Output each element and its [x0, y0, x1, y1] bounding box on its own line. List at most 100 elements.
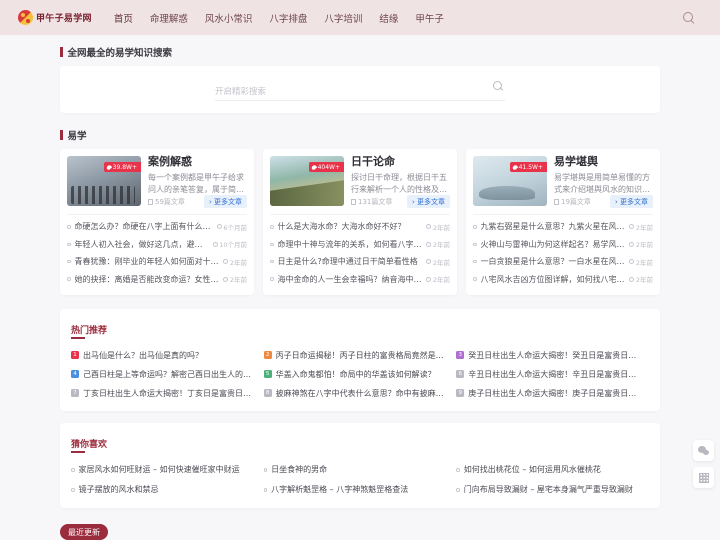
hot-badge: 39.8W+: [104, 162, 141, 172]
bullet-icon: [270, 242, 274, 247]
list-item[interactable]: 火神山与雷神山为何这样起名？易学风水… 2年前: [473, 236, 653, 253]
search-submit-button[interactable]: [492, 80, 503, 91]
list-item[interactable]: 青春犹豫：刚毕业的年轻人如何面对十字… 2年前: [67, 253, 247, 270]
rank-badge: 3: [456, 351, 465, 360]
hot-item-title: 丁亥日柱出生人命运大揭密！丁亥日是富贵日吗？: [83, 388, 256, 398]
card-article-list: 命硬怎么办？命硬在八字上面有什么特… 6个月前年轻人初入社会，做好这几点，避免迷茫…: [67, 214, 247, 288]
guess-like-item[interactable]: 日坐食神的男命: [263, 460, 457, 480]
bullet-icon: [67, 242, 71, 247]
hot-recommend-item[interactable]: 1 出马仙是什么？出马仙是真的吗？: [71, 346, 264, 365]
hot-badge: 404W+: [309, 162, 344, 172]
count-text: 19篇文章: [561, 197, 591, 206]
guess-like-item[interactable]: 镜子摆放的风水和禁忌: [71, 480, 264, 500]
wechat-button[interactable]: [693, 440, 714, 461]
list-item[interactable]: 海中金命的人一生会幸福吗？纳音海中金… 2年前: [270, 270, 450, 287]
card-title: 易学堪舆: [554, 155, 598, 168]
logo-text: 甲午子易学网: [36, 14, 92, 24]
hot-recommend-item[interactable]: 8披麻神煞在八字中代表什么意思？命中有披麻煞如何…: [263, 384, 457, 403]
hot-count: 41.5W+: [518, 163, 543, 171]
guess-like-item[interactable]: 家居风水如何旺财运 – 如何快速催旺家中财运: [71, 460, 264, 480]
time-text: 10个月前: [219, 241, 247, 250]
count-text: 131篇文章: [358, 197, 393, 206]
clock-icon: [212, 241, 218, 247]
hot-badge: 41.5W+: [510, 162, 547, 172]
article-time: 10个月前: [212, 239, 247, 250]
list-item[interactable]: 命硬怎么办？命硬在八字上面有什么特… 6个月前: [67, 218, 247, 235]
hot-recommend-panel: 热门推荐 1 出马仙是什么？出马仙是真的吗？ 2 丙子日命运揭秘！丙子日柱的富贵格局竟…: [60, 308, 660, 411]
article-time: 2年前: [223, 274, 247, 284]
hot-recommend-item[interactable]: 7 丁亥日柱出生人命运大揭密！丁亥日是富贵日吗？: [71, 384, 264, 403]
list-item[interactable]: 命理中十神与流年的关系，如何看八字流… 2年前: [270, 236, 450, 253]
rank-badge: 6: [456, 370, 465, 379]
hot-item-title: 庚子日柱出生人命运大揭密！庚子日是富贵日吗？: [468, 388, 641, 398]
list-item[interactable]: 什么是大海水命？大海水命好不好？ 2年前: [270, 218, 450, 235]
category-card[interactable]: 41.5W+ 易学堪舆易学堪舆是用简单易懂的方式来介绍堪舆风水的知识。堪舆是…19…: [466, 149, 660, 295]
more-label: 更多文章: [214, 197, 242, 206]
floating-toolbar: [693, 440, 714, 488]
rank-badge: 4: [71, 370, 79, 379]
clock-icon: [426, 259, 432, 265]
nav-item-4[interactable]: 八字培训: [324, 11, 362, 25]
hot-recommend-item[interactable]: 4 己酉日柱是上等命运吗？解密己酉日出生人的富贵格局: [71, 365, 264, 384]
time-text: 2年前: [635, 223, 653, 232]
hot-item-title: 出马仙是什么？出马仙是真的吗？: [83, 350, 203, 360]
nav-item-6[interactable]: 甲午子: [415, 11, 444, 25]
more-articles-button[interactable]: › 更多文章: [203, 195, 247, 209]
card-body: 易学堪舆易学堪舆是用简单易懂的方式来介绍堪舆风水的知识。堪舆是… 19篇文章 › 更…: [554, 155, 653, 209]
list-item[interactable]: 一白贪狼星是什么意思？一白水星在风水… 2年前: [473, 253, 653, 270]
hot-item-title: 己酉日柱是上等命运吗？解密己酉日出生人的富贵格局: [83, 369, 256, 379]
guess-like-item[interactable]: 如何找出桃花位 – 如何运用风水催桃花: [456, 460, 649, 480]
title-accent-bar: [60, 47, 63, 57]
search-input[interactable]: [215, 83, 505, 101]
list-item[interactable]: 九紫右弼星是什么意思？九紫火星在风水… 2年前: [473, 218, 653, 235]
article-time: 2年前: [629, 222, 653, 232]
list-item[interactable]: 她的抉择：离婚是否能改变命运？女性婚… 2年前: [67, 270, 247, 287]
article-time: 2年前: [426, 257, 450, 267]
card-header: 41.5W+ 易学堪舆易学堪舆是用简单易懂的方式来介绍堪舆风水的知识。堪舆是…19…: [473, 155, 653, 209]
guess-like-item[interactable]: 八字解析魁罡格 – 八字神煞魁罡格查法: [263, 480, 457, 500]
article-count: 59篇文章: [148, 197, 185, 207]
card-title: 日干论命: [351, 155, 395, 168]
search-icon: [682, 11, 696, 25]
flame-icon: [310, 163, 318, 171]
hot-recommend-item[interactable]: 6 辛丑日柱出生人命运大揭密！辛丑日是富贵日吗？: [456, 365, 649, 384]
clock-icon: [426, 241, 432, 247]
nav-item-0[interactable]: 首页: [114, 11, 133, 25]
nav-item-5[interactable]: 结缘: [379, 11, 398, 25]
article-time: 6个月前: [216, 222, 247, 232]
article-title: 海中金命的人一生会幸福吗？纳音海中金…: [277, 274, 423, 284]
more-articles-button[interactable]: › 更多文章: [609, 195, 653, 209]
bullet-icon: [473, 277, 477, 281]
qrcode-button[interactable]: [693, 467, 714, 488]
hot-recommend-item[interactable]: 3 癸丑日柱出生人命运大揭密！癸丑日是富贵日吗？: [456, 346, 649, 365]
list-item[interactable]: 八宅风水吉凶方位图详解，如何找八宅风… 2年前: [473, 270, 653, 287]
list-item[interactable]: 年轻人初入社会，做好这几点，避免迷茫 10个月前: [67, 236, 247, 253]
guess-like-title: 如何找出桃花位 – 如何运用风水催桃花: [463, 465, 601, 475]
more-articles-button[interactable]: › 更多文章: [406, 195, 450, 209]
nav-item-1[interactable]: 命理解惑: [150, 11, 188, 25]
hot-recommend-item[interactable]: 5 华盖入命鬼都怕！命局中的华盖该如何解读？: [263, 365, 457, 384]
rank-badge: 2: [263, 351, 272, 360]
guess-like-item[interactable]: 门向布局导致漏财 – 屋宅本身漏气严重导致漏财: [456, 480, 649, 500]
article-time: 2年前: [426, 239, 450, 249]
clock-icon: [629, 259, 635, 265]
time-text: 6个月前: [223, 223, 247, 232]
time-text: 2年前: [229, 258, 247, 267]
article-time: 2年前: [629, 239, 653, 249]
category-card[interactable]: 39.8W+案例解惑每一个案例都是甲午子给求问人的亲笔答复，属于简单预测和…59…: [60, 149, 254, 295]
search-title-text: 全网最全的易学知识搜索: [67, 48, 173, 59]
site-logo[interactable]: 甲午子易学网: [18, 10, 92, 25]
nav-item-2[interactable]: 风水小常识: [205, 11, 253, 25]
hot-recommend-item[interactable]: 2 丙子日命运揭秘！丙子日柱的富贵格局竟然是这样的: [263, 346, 457, 365]
rank-badge: 1: [71, 351, 79, 360]
time-text: 2年前: [635, 241, 653, 250]
hot-item-title: 辛丑日柱出生人命运大揭密！辛丑日是富贵日吗？: [468, 369, 641, 379]
nav-item-3[interactable]: 八字排盘: [269, 11, 307, 25]
category-card[interactable]: 404W+日干论命探讨日干命理，根据日干五行来解析一个人的性格及命运走向…131…: [263, 149, 457, 295]
article-title: 命硬怎么办？命硬在八字上面有什么特…: [74, 222, 213, 232]
header-search-button[interactable]: [682, 11, 696, 25]
main-navigation: 首页 命理解惑 风水小常识 八字排盘 八字培训 结缘 甲午子: [114, 11, 444, 25]
clock-icon: [426, 224, 432, 230]
hot-recommend-item[interactable]: 9 庚子日柱出生人命运大揭密！庚子日是富贵日吗？: [456, 384, 649, 403]
list-item[interactable]: 日主是什么?命理中通过日干简单看性格 2年前: [270, 253, 450, 270]
